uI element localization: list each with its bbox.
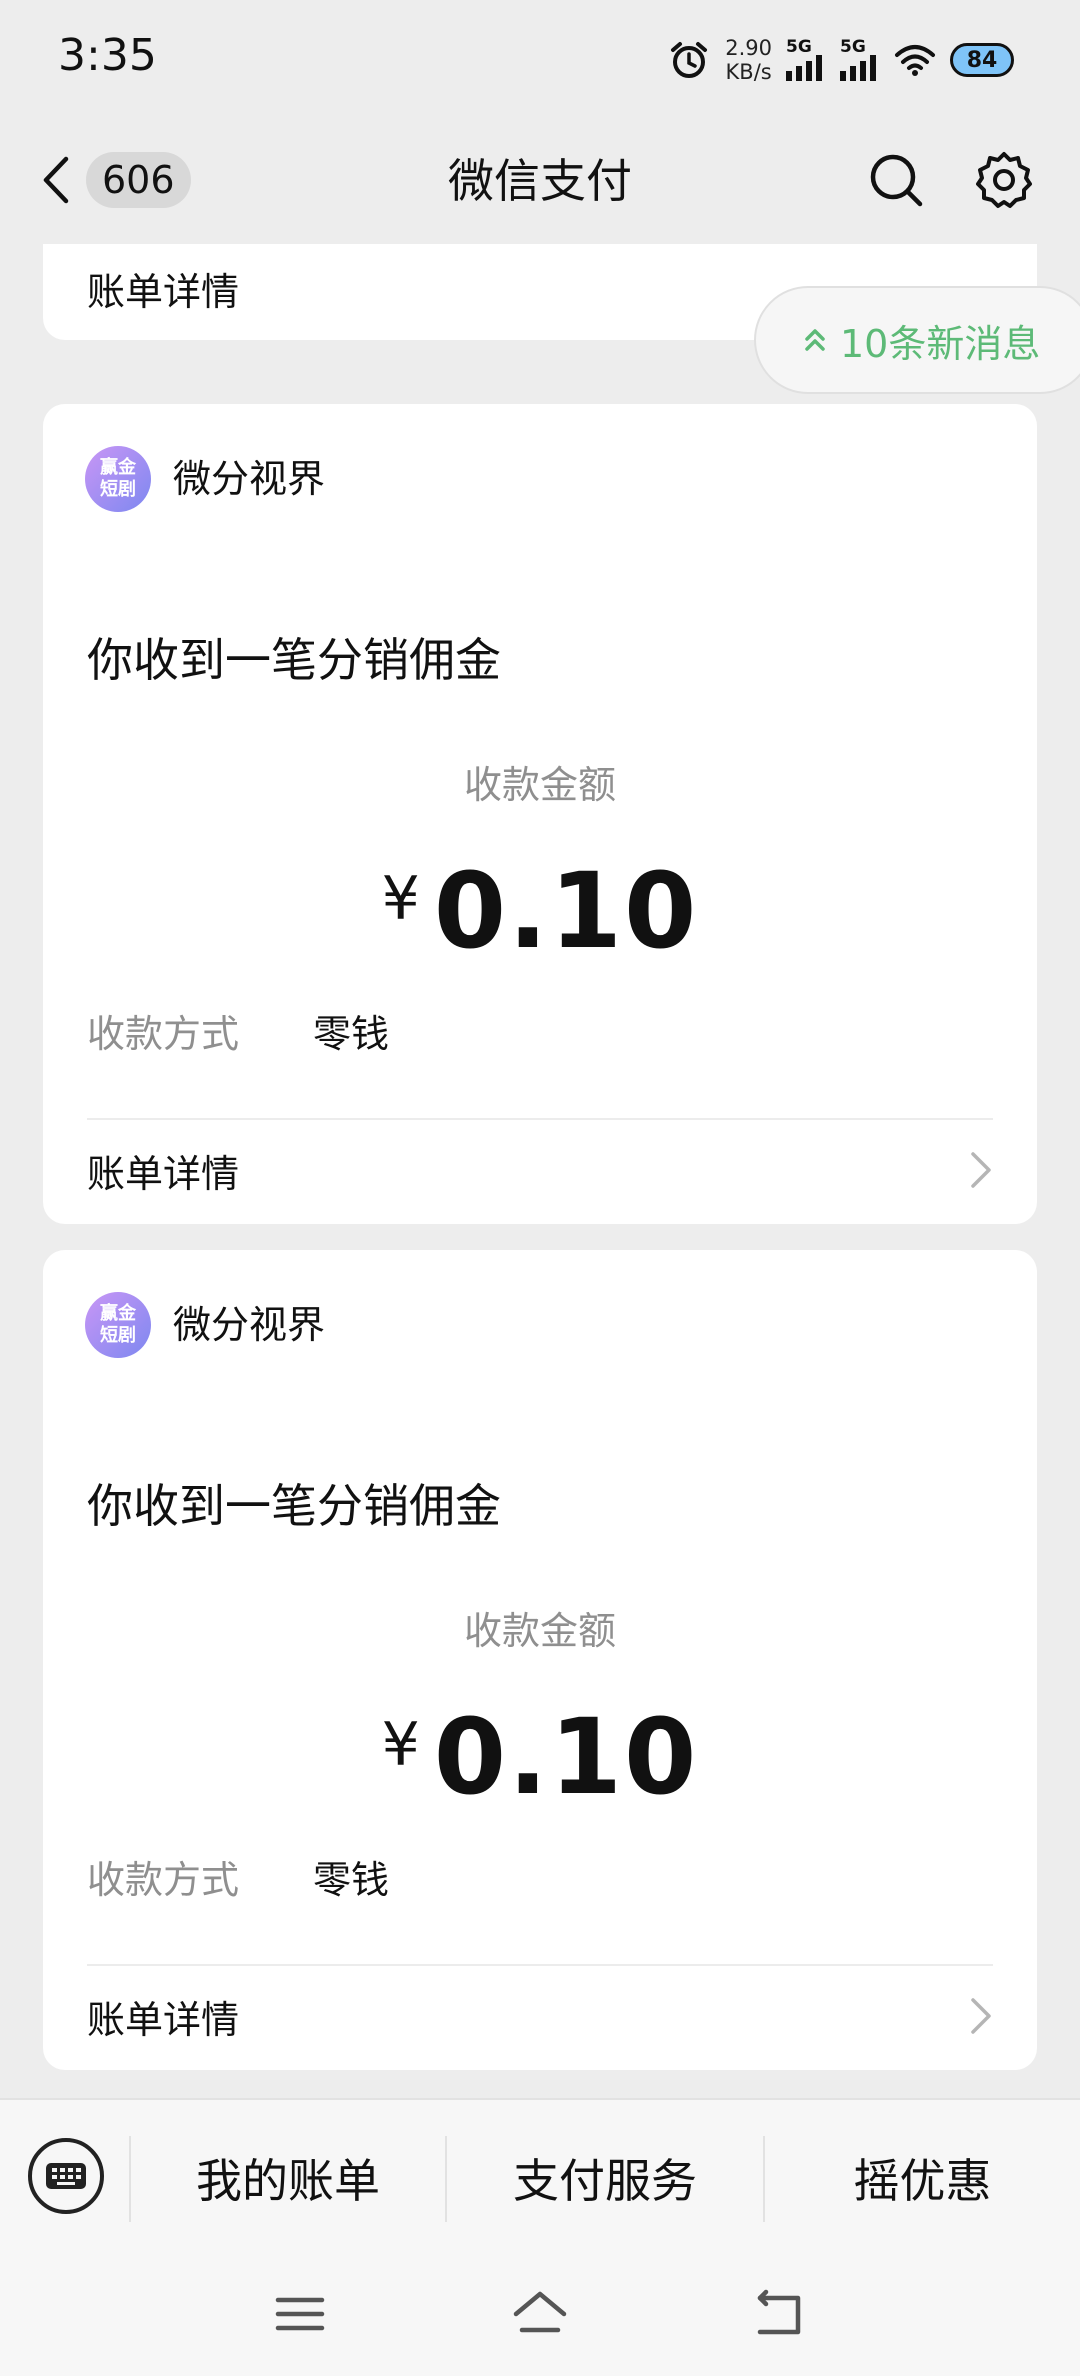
system-nav-bar [0, 2254, 1080, 2376]
merchant-name[interactable]: 微分视界 [173, 1300, 325, 1350]
bill-detail-label: 账单详情 [87, 269, 240, 314]
status-time: 3:35 [58, 30, 157, 81]
bill-detail-row[interactable]: 账单详情 [87, 1966, 993, 2066]
menu-icon [275, 2297, 325, 2331]
payment-message-card[interactable]: 赢金 短剧 微分视界 你收到一笔分销佣金 收款金额 ¥0.10 收款方式 零钱 … [43, 404, 1037, 1224]
chevron-right-icon [971, 1152, 991, 1188]
signal-1-tag: 5G [786, 37, 812, 57]
settings-button[interactable] [974, 150, 1034, 210]
payment-method-label: 收款方式 [87, 1011, 240, 1056]
merchant-logo-text: 赢金 [100, 457, 136, 478]
amount-value: ¥0.10 [43, 1696, 1037, 1818]
wifi-icon [895, 45, 935, 76]
merchant-logo-text: 短剧 [100, 1325, 136, 1346]
nav-home-button[interactable] [510, 2284, 570, 2344]
signal-bars-icon [840, 55, 876, 81]
signal-2: 5G [840, 39, 880, 81]
amount-number: 0.10 [433, 850, 699, 972]
keyboard-icon [46, 2163, 86, 2189]
gear-icon [976, 152, 1032, 208]
card-headline: 你收到一笔分销佣金 [87, 1479, 501, 1533]
amount-number: 0.10 [433, 1696, 699, 1818]
status-bar: 3:35 2.90 KB/s 5G 5G 84 [0, 0, 1080, 120]
status-icons: 2.90 KB/s 5G 5G 84 [667, 32, 1014, 88]
currency-symbol: ¥ [381, 1710, 420, 1780]
search-button[interactable] [866, 150, 926, 210]
chevron-right-icon [971, 1998, 991, 2034]
network-speed: 2.90 KB/s [725, 36, 772, 84]
nav-menu-button[interactable] [270, 2284, 330, 2344]
battery-indicator: 84 [950, 43, 1014, 77]
payment-method-row: 收款方式 零钱 [87, 1846, 389, 1906]
merchant-logo-text: 赢金 [100, 1303, 136, 1324]
menu-payment-services[interactable]: 支付服务 [447, 2130, 763, 2226]
bottom-menu: 我的账单 支付服务 摇优惠 [0, 2098, 1080, 2254]
menu-shake-deals[interactable]: 摇优惠 [765, 2130, 1080, 2226]
merchant-logo: 赢金 短剧 [85, 1292, 151, 1358]
net-speed-value: 2.90 [725, 36, 772, 60]
alarm-icon [671, 42, 708, 78]
merchant-logo-text: 短剧 [100, 479, 136, 500]
bill-detail-label: 账单详情 [87, 1997, 240, 2042]
card-headline: 你收到一笔分销佣金 [87, 633, 501, 687]
back-icon [757, 2289, 801, 2335]
new-messages-label: 10条新消息 [840, 321, 1041, 366]
payment-method-value: 零钱 [313, 1011, 390, 1056]
search-icon [870, 154, 923, 207]
payment-method-row: 收款方式 零钱 [87, 1000, 389, 1060]
bill-detail-row[interactable]: 账单详情 [87, 1120, 993, 1220]
home-icon [513, 2291, 567, 2333]
keyboard-toggle-button[interactable] [28, 2138, 104, 2214]
merchant-name[interactable]: 微分视界 [173, 454, 325, 504]
new-messages-button[interactable]: 10条新消息 [754, 286, 1080, 394]
message-list[interactable]: 账单详情 赢金 短剧 微分视界 你收到一笔分销佣金 收款金额 ¥0.10 收款方… [0, 244, 1080, 2098]
payment-method-label: 收款方式 [87, 1857, 240, 1902]
menu-my-bills[interactable]: 我的账单 [131, 2130, 445, 2226]
title-bar: 606 微信支付 [0, 120, 1080, 244]
amount-label: 收款金额 [463, 763, 616, 807]
payment-method-value: 零钱 [313, 1857, 390, 1902]
payment-message-card[interactable]: 赢金 短剧 微分视界 你收到一笔分销佣金 收款金额 ¥0.10 收款方式 零钱 … [43, 1250, 1037, 2070]
signal-2-tag: 5G [840, 37, 866, 57]
signal-1: 5G [786, 39, 826, 81]
amount-label: 收款金额 [463, 1609, 616, 1653]
double-chevron-up-icon [805, 329, 825, 351]
bill-detail-label: 账单详情 [87, 1151, 240, 1196]
merchant-logo: 赢金 短剧 [85, 446, 151, 512]
wechat-pay-chat-page: 3:35 2.90 KB/s 5G 5G 84 606 微信支付 账单详情 赢金… [0, 0, 1080, 2376]
currency-symbol: ¥ [381, 864, 420, 934]
amount-value: ¥0.10 [43, 850, 1037, 972]
nav-back-button[interactable] [750, 2284, 810, 2344]
net-speed-unit: KB/s [725, 60, 772, 84]
signal-bars-icon [786, 55, 822, 81]
